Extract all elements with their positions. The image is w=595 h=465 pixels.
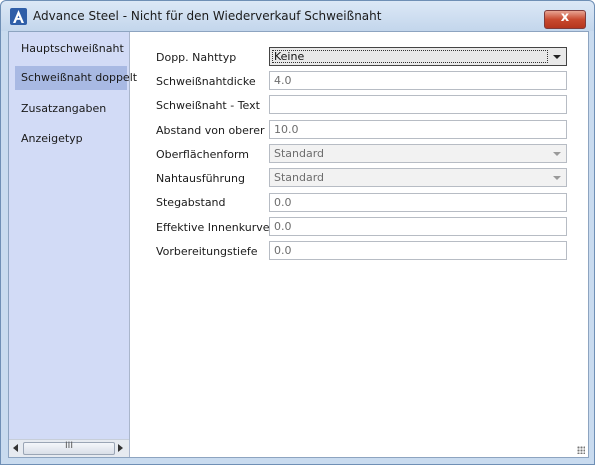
title-bar[interactable]: Advance Steel - Nicht für den Wiederverk… [1, 1, 594, 31]
label-abstand-von-oberer: Abstand von oberer [156, 124, 265, 137]
stegabstand-input[interactable]: 0.0 [269, 193, 567, 212]
label-schweissnahtdicke: Schweißnahtdicke [156, 75, 256, 88]
label-vorbereitungstiefe: Vorbereitungstiefe [156, 245, 258, 258]
oberflaechenform-value: Standard [274, 147, 325, 160]
advance-steel-logo-icon [10, 8, 27, 25]
abstand-von-oberer-input[interactable]: 10.0 [269, 120, 567, 139]
label-dopp-nahttyp: Dopp. Nahttyp [156, 51, 237, 64]
window-title: Advance Steel - Nicht für den Wiederverk… [33, 9, 382, 23]
vorbereitungstiefe-input[interactable]: 0.0 [269, 241, 567, 260]
scroll-thumb-grip: III [65, 441, 73, 451]
oberflaechenform-dropdown[interactable]: Standard [269, 144, 567, 163]
sidebar-horizontal-scrollbar[interactable]: III [9, 439, 129, 457]
close-icon: x [560, 10, 570, 25]
dialog-client-area: Hauptschweißnaht Schweißnaht doppelt Zus… [8, 31, 589, 458]
sidebar: Hauptschweißnaht Schweißnaht doppelt Zus… [9, 32, 137, 457]
effektive-innenkurve-input[interactable]: 0.0 [269, 217, 567, 236]
dropdown-arrow-icon [553, 152, 561, 156]
sidebar-item-anzeigetyp[interactable]: Anzeigetyp [15, 127, 127, 151]
label-nahtausfuehrung: Nahtausführung [156, 172, 245, 185]
dopp-nahttyp-dropdown[interactable]: Keine [269, 47, 567, 66]
dropdown-arrow-icon [553, 176, 561, 180]
dialog-window: Advance Steel - Nicht für den Wiederverk… [0, 0, 595, 465]
scroll-right-icon[interactable] [118, 444, 123, 452]
label-schweissnaht-text: Schweißnaht - Text [156, 99, 260, 112]
label-oberflaechenform: Oberflächenform [156, 148, 250, 161]
nahtausfuehrung-value: Standard [274, 171, 325, 184]
sidebar-item-hauptschweissnaht[interactable]: Hauptschweißnaht [15, 37, 127, 61]
sidebar-item-schweissnaht-doppelt[interactable]: Schweißnaht doppelt [15, 66, 137, 90]
resize-grip-icon[interactable] [577, 446, 585, 454]
schweissnahtdicke-input[interactable]: 4.0 [269, 71, 567, 90]
dopp-nahttyp-value: Keine [272, 50, 548, 63]
close-button[interactable]: x [544, 10, 586, 29]
label-stegabstand: Stegabstand [156, 196, 226, 209]
sidebar-item-zusatzangaben[interactable]: Zusatzangaben [15, 97, 127, 121]
schweissnaht-text-input[interactable] [269, 95, 567, 114]
scroll-thumb[interactable]: III [23, 441, 115, 455]
nahtausfuehrung-dropdown[interactable]: Standard [269, 168, 567, 187]
dropdown-arrow-icon [553, 55, 561, 59]
label-effektive-innenkurve: Effektive Innenkurve [156, 221, 270, 234]
scroll-left-icon[interactable] [13, 444, 18, 452]
